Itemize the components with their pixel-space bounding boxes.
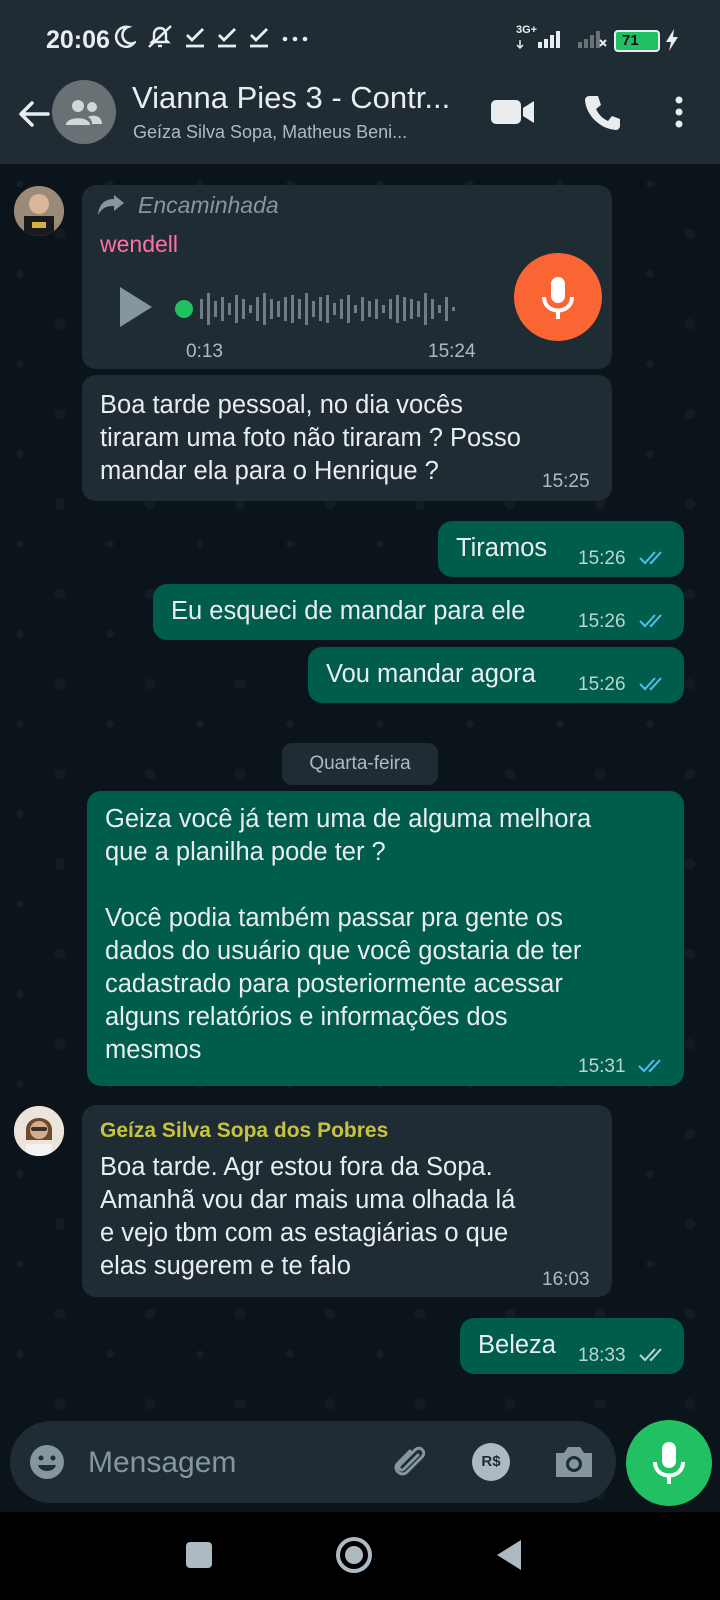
more-notifications-icon (282, 36, 308, 42)
payment-label: R$ (481, 1453, 501, 1470)
signal-icon (516, 31, 560, 50)
voice-message-bubble[interactable]: Encaminhada wendell 0:13 15:24 (82, 185, 612, 369)
message-time: 15:24 (428, 341, 476, 362)
read-receipt-icon (639, 614, 662, 628)
date-separator-label: Quarta-feira (309, 753, 411, 774)
message-time: 15:26 (578, 548, 626, 569)
audio-waveform[interactable] (174, 287, 474, 331)
message-text: Eu esqueci de mandar para ele (171, 597, 526, 625)
message-text: Beleza (478, 1331, 556, 1359)
message-text: Vou mandar agora (326, 660, 536, 688)
read-receipt-icon (639, 677, 662, 691)
emoji-icon[interactable] (28, 1443, 66, 1481)
delivered-receipt-icon (639, 1348, 662, 1362)
avatar-wendell-image (14, 186, 64, 236)
chat-participants[interactable]: Geíza Silva Sopa, Matheus Beni... (133, 122, 473, 143)
message-text: Boa tarde pessoal, no dia vocês tiraram … (100, 391, 521, 485)
message-text: Boa tarde. Agr estou fora da Sopa. Amanh… (100, 1153, 516, 1280)
message-time: 15:26 (578, 674, 626, 695)
avatar-geiza[interactable] (14, 1106, 64, 1156)
chat-header: Vianna Pies 3 - Contr... Geíza Silva Sop… (0, 72, 720, 164)
more-options-icon[interactable] (664, 92, 694, 132)
voice-duration: 0:13 (186, 341, 223, 362)
message-bubble[interactable]: Boa tarde pessoal, no dia vocês tiraram … (82, 375, 612, 501)
message-time: 15:31 (578, 1056, 626, 1077)
sender-name: wendell (100, 231, 178, 257)
network-indicator: 3G+ (516, 24, 566, 50)
message-bubble[interactable]: Tiramos 15:26 (438, 521, 684, 577)
message-bubble[interactable]: Eu esqueci de mandar para ele 15:26 (153, 584, 684, 640)
status-left-icons (114, 24, 310, 50)
message-bubble[interactable]: Geíza Silva Sopa dos Pobres Boa tarde. A… (82, 1105, 612, 1297)
signal-off-icon (578, 31, 607, 48)
read-receipt-icon (639, 551, 662, 565)
attach-icon[interactable] (388, 1441, 430, 1483)
moon-icon (114, 25, 136, 49)
bell-off-icon (148, 25, 172, 48)
system-navigation-bar (0, 1512, 720, 1600)
battery-icon: 71 (614, 30, 660, 52)
back-nav-icon[interactable] (494, 1538, 524, 1572)
back-arrow-icon[interactable] (14, 94, 54, 134)
message-time: 15:25 (542, 471, 590, 492)
message-text: Tiramos (456, 534, 548, 562)
mic-icon (653, 1442, 685, 1484)
message-time: 15:26 (578, 611, 626, 632)
message-text: Geiza você já tem uma de alguma melhora … (105, 805, 592, 1064)
avatar-geiza-image (14, 1106, 64, 1156)
group-icon (66, 100, 102, 125)
payment-button[interactable]: R$ (472, 1443, 510, 1481)
message-list[interactable]: Encaminhada wendell 0:13 15:24 Boa tarde… (0, 164, 720, 1512)
message-input[interactable] (88, 1443, 368, 1483)
message-bubble[interactable]: Beleza 18:33 (460, 1318, 684, 1374)
message-composer: R$ (10, 1421, 616, 1503)
video-call-icon[interactable] (490, 94, 536, 130)
message-bubble[interactable]: Geiza você já tem uma de alguma melhora … (87, 791, 684, 1086)
camera-icon[interactable] (552, 1441, 596, 1483)
group-avatar[interactable] (52, 80, 116, 144)
battery-level: 71 (622, 32, 639, 49)
charging-icon (666, 29, 678, 51)
home-icon[interactable] (334, 1535, 374, 1575)
date-separator: Quarta-feira (282, 743, 438, 785)
voice-record-button[interactable] (626, 1420, 712, 1506)
check-icon (250, 28, 268, 48)
chat-title[interactable]: Vianna Pies 3 - Contr... (132, 80, 472, 116)
play-icon[interactable] (116, 285, 156, 329)
recent-apps-icon[interactable] (184, 1540, 214, 1570)
mic-icon (542, 277, 574, 319)
status-right-icons: 3G+ (516, 24, 608, 50)
check-icon (218, 28, 236, 48)
check-icon (186, 28, 204, 48)
voice-sender-avatar (514, 253, 602, 341)
message-time: 18:33 (578, 1345, 626, 1366)
read-receipt-icon (638, 1059, 661, 1073)
message-time: 16:03 (542, 1269, 590, 1290)
avatar-wendell[interactable] (14, 186, 64, 236)
message-bubble[interactable]: Vou mandar agora 15:26 (308, 647, 684, 703)
sender-name: Geíza Silva Sopa dos Pobres (100, 1119, 389, 1142)
phone-call-icon[interactable] (582, 92, 622, 132)
status-time: 20:06 (46, 26, 110, 54)
forwarded-icon (98, 195, 124, 215)
status-bar: 20:06 3G+ 71 (0, 0, 720, 72)
forwarded-label: Encaminhada (138, 192, 279, 218)
